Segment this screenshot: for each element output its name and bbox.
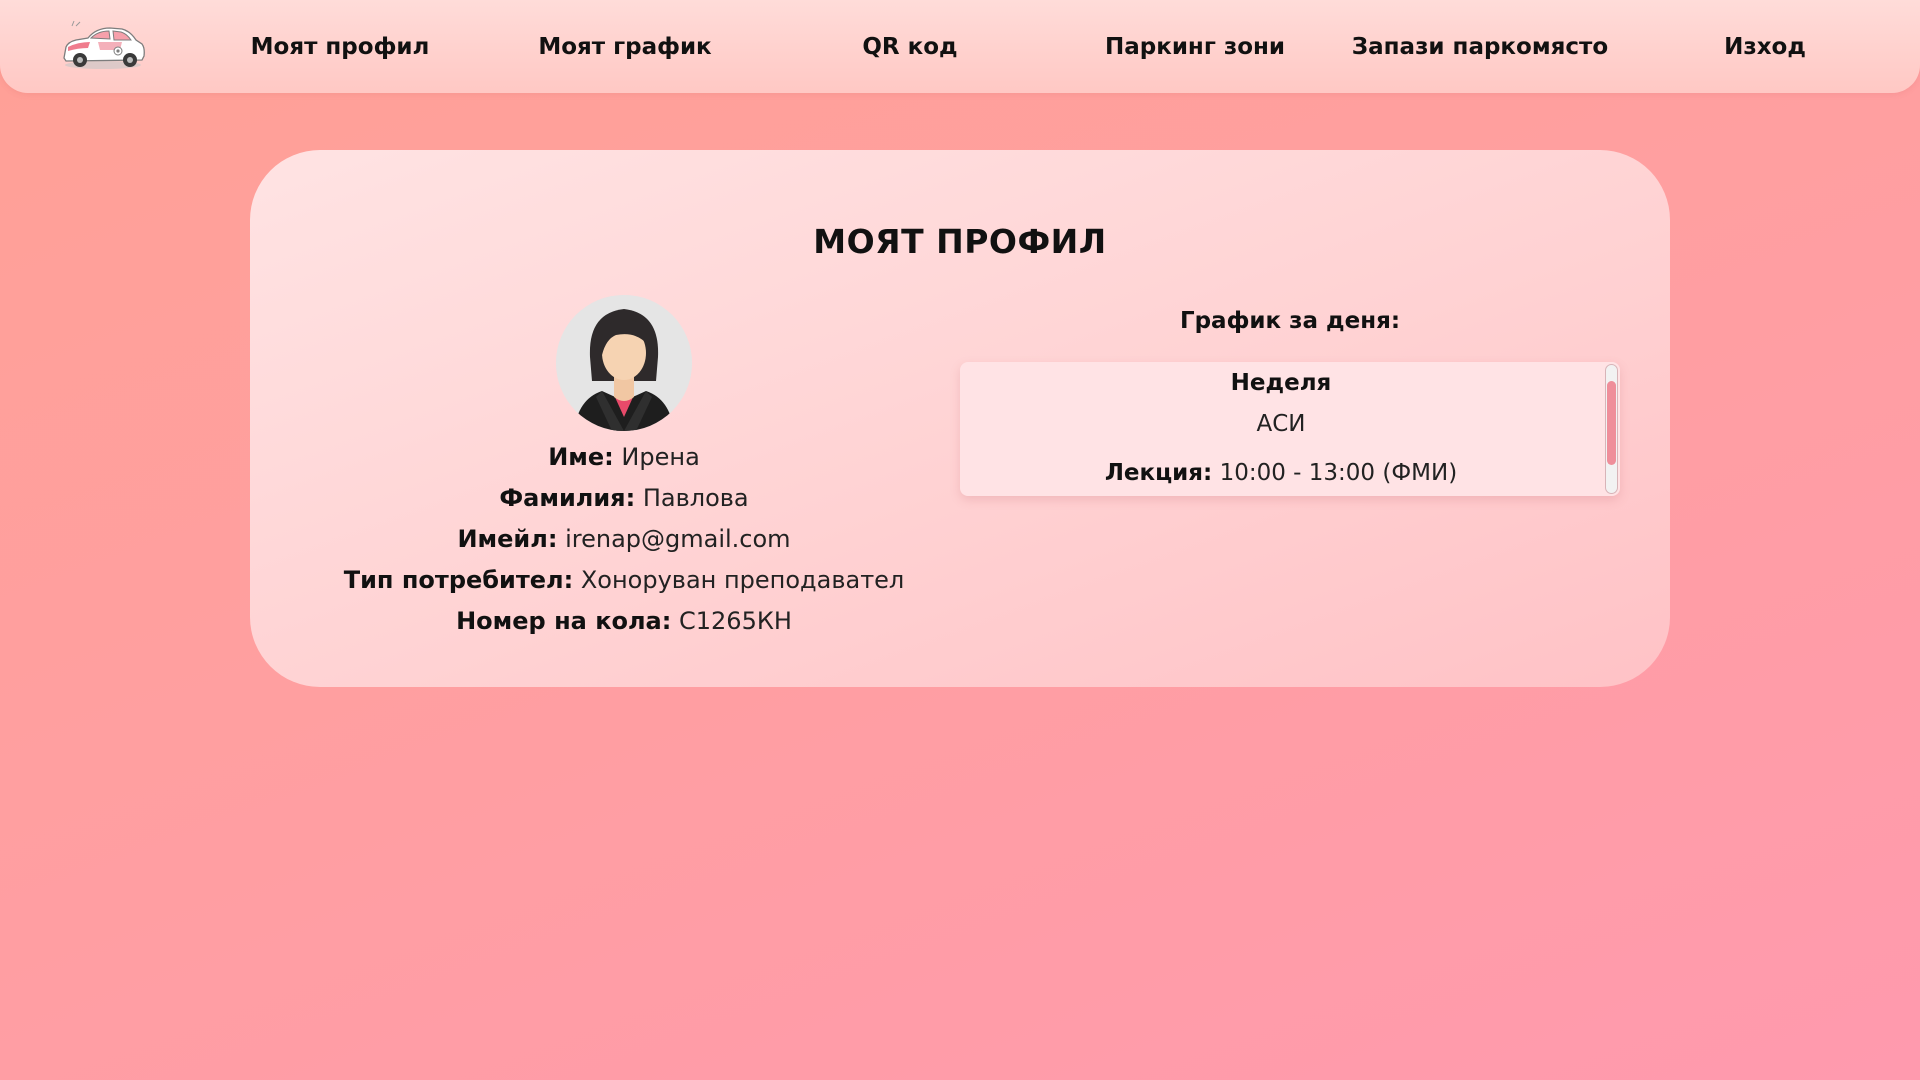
profile-info: Име: Ирена Фамилия: Павлова Имейл: irena…: [250, 437, 998, 642]
user-type-value: Хоноруван преподавател: [580, 566, 905, 594]
last-name-value: Павлова: [642, 484, 749, 512]
nav-parking-zones[interactable]: Паркинг зони: [1065, 27, 1325, 67]
car-number-label: Номер на кола:: [456, 607, 672, 635]
schedule-scroll-box[interactable]: Неделя АСИ Лекция: 10:00 - 13:00 (ФМИ): [960, 362, 1620, 496]
nav-my-schedule[interactable]: Моят график: [495, 27, 755, 67]
schedule-heading: График за деня:: [1179, 308, 1401, 334]
car-number-value: С1265КН: [679, 607, 792, 635]
first-name-label: Име:: [548, 443, 614, 471]
info-row-car-number: Номер на кола: С1265КН: [250, 601, 998, 642]
nav-logout[interactable]: Изход: [1635, 27, 1895, 67]
top-navbar: Моят профил Моят график QR код Паркинг з…: [0, 0, 1920, 93]
schedule-day: Неделя: [1230, 370, 1332, 396]
page-title: МОЯТ ПРОФИЛ: [813, 222, 1107, 261]
email-value: irenap@gmail.com: [565, 525, 791, 553]
lecture-time: 10:00 - 13:00 (ФМИ): [1219, 460, 1458, 486]
nav-reserve-parking[interactable]: Запази паркомясто: [1350, 27, 1610, 67]
schedule-subject: АСИ: [1256, 411, 1306, 437]
last-name-label: Фамилия:: [499, 484, 636, 512]
lecture-label: Лекция:: [1104, 460, 1213, 486]
schedule-lecture: Лекция: 10:00 - 13:00 (ФМИ): [960, 460, 1602, 486]
user-avatar-icon: [556, 295, 692, 431]
user-type-label: Тип потребител:: [343, 566, 574, 594]
nav-qr-code[interactable]: QR код: [780, 27, 1040, 67]
scrollbar-thumb[interactable]: [1607, 381, 1616, 465]
info-row-email: Имейл: irenap@gmail.com: [250, 519, 998, 560]
nav-my-profile[interactable]: Моят профил: [210, 27, 470, 67]
schedule-scrollbar[interactable]: [1605, 364, 1618, 494]
profile-card: МОЯТ ПРОФИЛ Име: Ирена Фамилия: Павлова …: [250, 150, 1670, 687]
car-logo-icon[interactable]: [58, 20, 148, 72]
first-name-value: Ирена: [621, 443, 700, 471]
info-row-first-name: Име: Ирена: [250, 437, 998, 478]
info-row-last-name: Фамилия: Павлова: [250, 478, 998, 519]
email-label: Имейл:: [457, 525, 558, 553]
info-row-user-type: Тип потребител: Хоноруван преподавател: [250, 560, 998, 601]
